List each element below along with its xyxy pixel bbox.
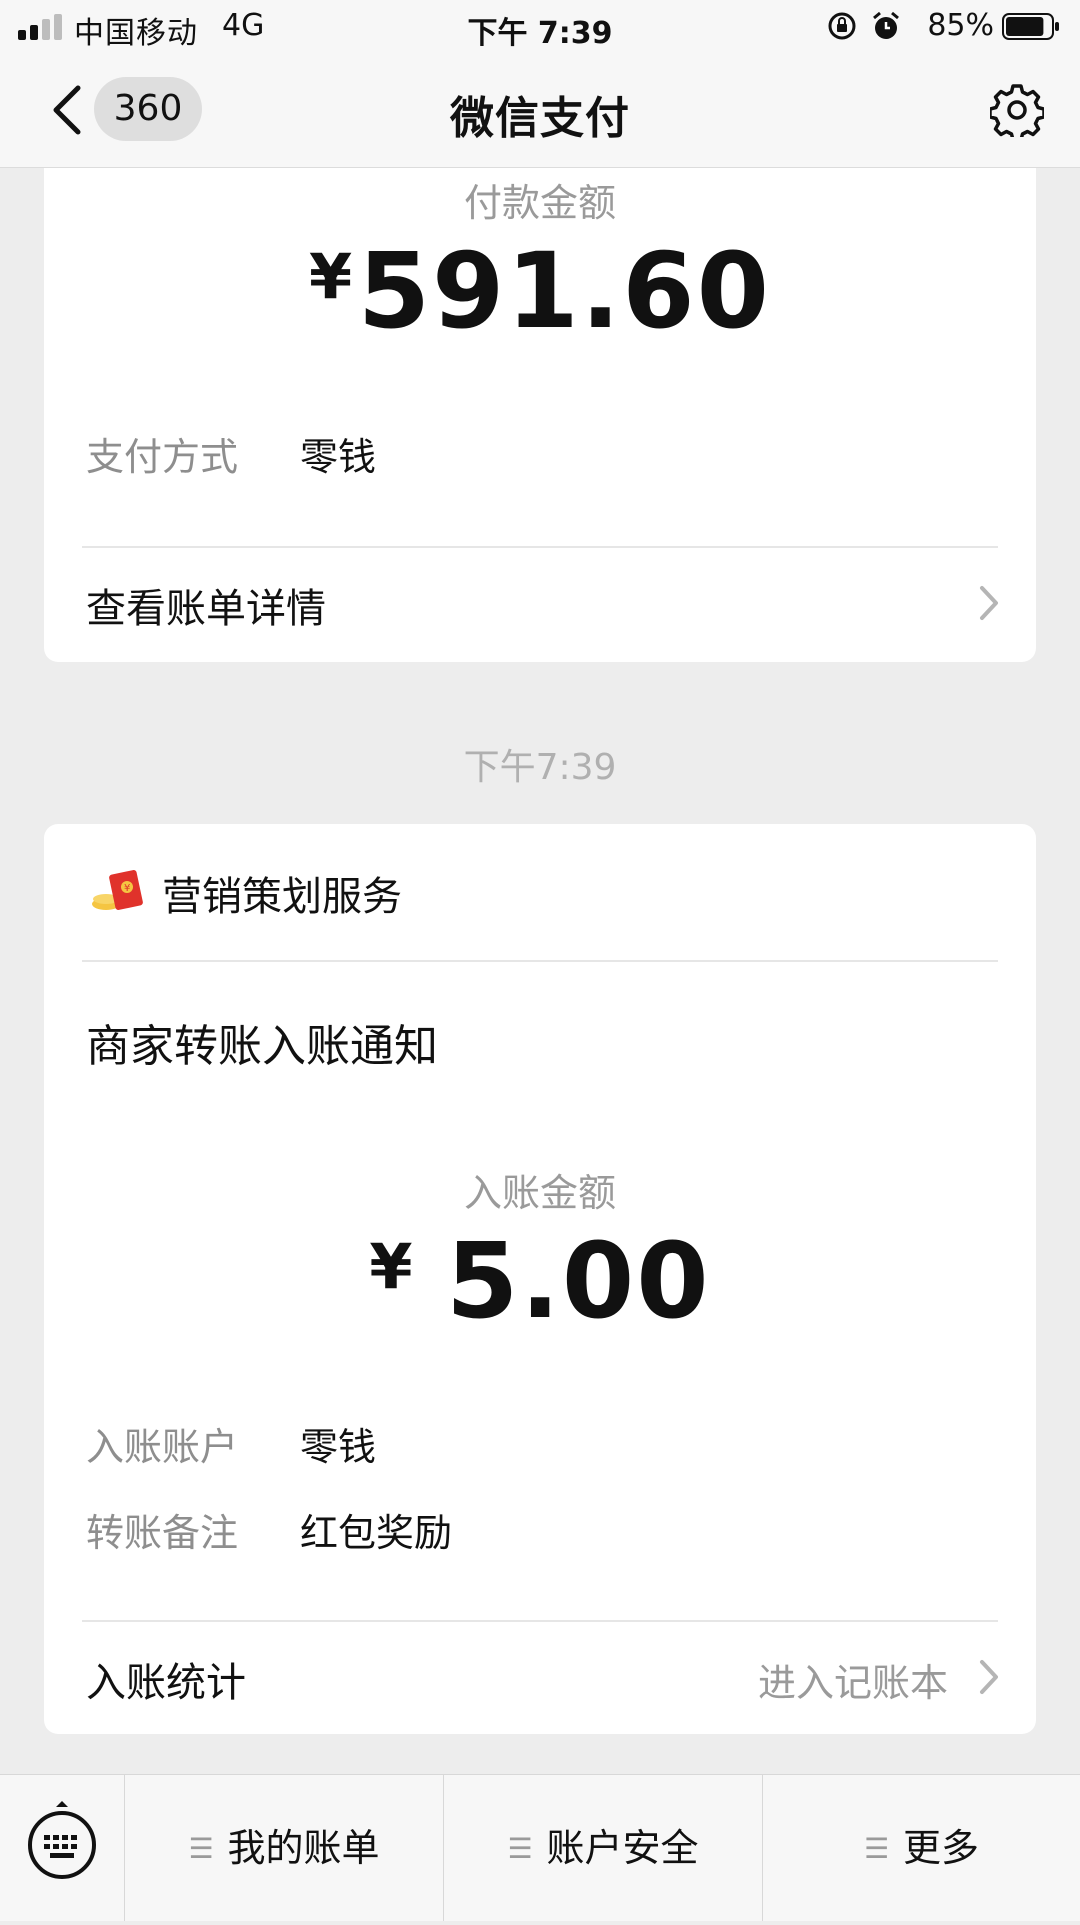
red-envelope-icon: ¥ bbox=[92, 870, 143, 910]
menu-lines-icon: ☰ bbox=[188, 1832, 214, 1865]
status-bar: 中国移动 4G 下午 7:39 85% bbox=[0, 0, 1080, 54]
menu-more-label: 更多 bbox=[903, 1826, 980, 1870]
battery-icon bbox=[1002, 13, 1059, 40]
divider bbox=[82, 960, 998, 962]
battery-percent: 85% bbox=[927, 8, 994, 43]
payment-method-value: 零钱 bbox=[300, 435, 377, 479]
currency-symbol: ¥ bbox=[369, 1230, 413, 1303]
view-bill-details-label: 查看账单详情 bbox=[86, 586, 326, 632]
keyboard-toggle-button[interactable] bbox=[0, 1775, 125, 1921]
menu-my-bills-label: 我的账单 bbox=[227, 1826, 380, 1870]
navigation-bar: 360 微信支付 bbox=[0, 54, 1080, 167]
payment-amount: ¥ 591.60 bbox=[44, 230, 1036, 352]
clock: 下午 7:39 bbox=[467, 16, 613, 51]
notice-title: 商家转账入账通知 bbox=[86, 1021, 438, 1072]
chevron-right-icon bbox=[980, 1660, 998, 1694]
keyboard-icon bbox=[28, 1801, 96, 1879]
transfer-notice-card: ¥ 营销策划服务 商家转账入账通知 入账金额 ¥ 5.00 入账账户 零钱 转账… bbox=[44, 824, 1036, 1734]
chevron-right-icon bbox=[980, 586, 998, 620]
credit-amount-value: 5.00 bbox=[446, 1220, 711, 1342]
credit-amount-label: 入账金额 bbox=[463, 1171, 616, 1215]
open-ledger-hint: 进入记账本 bbox=[757, 1661, 948, 1705]
page-title: 微信支付 bbox=[450, 93, 630, 144]
menu-my-bills[interactable]: ☰ 我的账单 bbox=[125, 1775, 444, 1921]
message-timestamp: 下午7:39 bbox=[463, 747, 617, 788]
bottom-menu-bar: ☰ 我的账单 ☰ 账户安全 ☰ 更多 bbox=[0, 1774, 1080, 1921]
credit-statistics-link[interactable]: 入账统计 进入记账本 bbox=[44, 1622, 1036, 1732]
transfer-remark-value: 红包奖励 bbox=[300, 1511, 453, 1555]
credit-amount: ¥ 5.00 bbox=[44, 1220, 1036, 1342]
currency-symbol: ¥ bbox=[308, 240, 353, 313]
gear-icon[interactable] bbox=[990, 83, 1044, 137]
menu-account-security-label: 账户安全 bbox=[546, 1826, 699, 1870]
credit-statistics-label: 入账统计 bbox=[86, 1660, 246, 1706]
credit-account-key: 入账账户 bbox=[86, 1425, 239, 1469]
view-bill-details-link[interactable]: 查看账单详情 bbox=[44, 548, 1036, 658]
payment-amount-value: 591.60 bbox=[357, 230, 772, 352]
alarm-icon bbox=[873, 11, 899, 39]
payment-card: 付款金额 ¥ 591.60 支付方式 零钱 查看账单详情 bbox=[44, 130, 1036, 662]
transfer-remark-key: 转账备注 bbox=[86, 1511, 239, 1555]
orientation-lock-icon bbox=[828, 12, 856, 40]
svg-text:¥: ¥ bbox=[124, 883, 130, 894]
payment-method-key: 支付方式 bbox=[86, 435, 239, 479]
menu-more[interactable]: ☰ 更多 bbox=[763, 1775, 1080, 1921]
credit-account-value: 零钱 bbox=[300, 1425, 377, 1469]
merchant-name: 营销策划服务 bbox=[162, 874, 402, 920]
menu-account-security[interactable]: ☰ 账户安全 bbox=[444, 1775, 763, 1921]
top-bar: 中国移动 4G 下午 7:39 85% 360 微信支付 bbox=[0, 0, 1080, 168]
menu-lines-icon: ☰ bbox=[863, 1832, 890, 1865]
menu-lines-icon: ☰ bbox=[507, 1832, 533, 1865]
payment-amount-label: 付款金额 bbox=[463, 181, 616, 225]
